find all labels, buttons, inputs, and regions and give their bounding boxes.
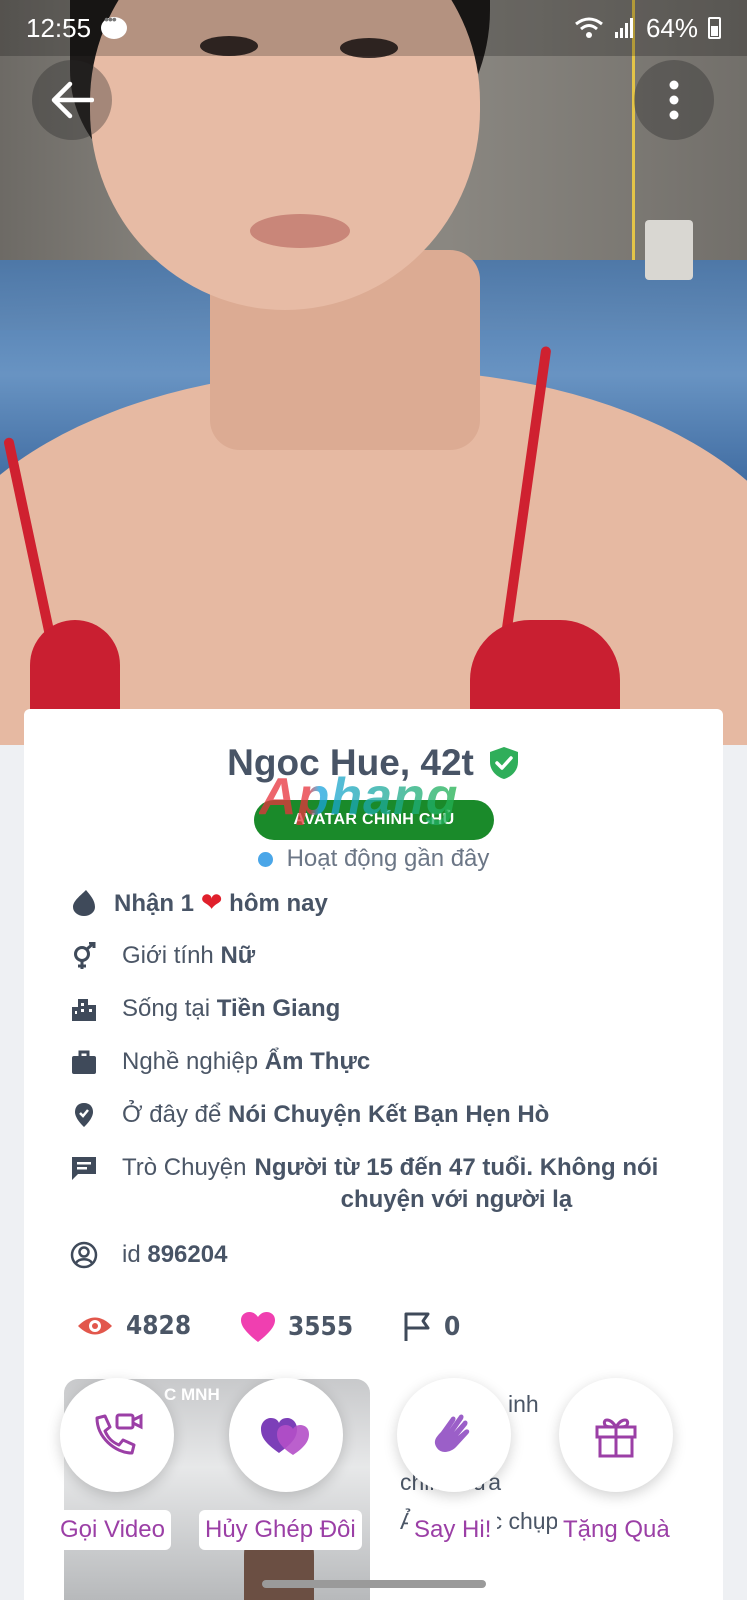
purpose-value: Nói Chuyện Kết Bạn Hẹn Hò: [227, 1101, 550, 1128]
say-hi-label[interactable]: Say Hi!: [408, 1510, 498, 1550]
city-icon: [72, 999, 96, 1021]
location-label: Sống tại: [122, 995, 211, 1022]
back-button[interactable]: [32, 60, 112, 140]
photo-lips: [250, 214, 350, 248]
more-options-button[interactable]: [634, 60, 714, 140]
arrow-left-icon: [51, 81, 94, 119]
battery-icon: [708, 17, 721, 39]
likes-suffix: hôm nay: [229, 890, 328, 917]
likes-received-row: Nhận 1 ❤ hôm nay: [70, 886, 690, 920]
online-dot: [257, 851, 273, 867]
purpose-row: Ở đây để Nói Chuyện Kết Bạn Hẹn Hò: [70, 1099, 690, 1131]
status-bar: 12:55 64%: [0, 0, 747, 56]
chat-value-line1: Người từ 15 đến 47 tuổi. Không nói: [254, 1154, 659, 1181]
id-value: 896204: [147, 1241, 228, 1268]
watermark-logo: Aphang: [259, 768, 459, 826]
chat-value-line2: chuyện với người lạ: [340, 1186, 573, 1213]
id-label: id: [122, 1241, 141, 1268]
status-time: 12:55: [26, 12, 92, 43]
reports-count: 0: [444, 1312, 461, 1342]
flag-icon: [404, 1312, 430, 1341]
user-id-row: id 896204: [70, 1239, 690, 1271]
home-indicator[interactable]: [262, 1580, 486, 1588]
battery-percent: 64%: [645, 12, 698, 43]
drop-icon: [73, 890, 95, 916]
activity-status: Hoạt động gần đây: [24, 845, 723, 873]
message-notification-icon: [101, 11, 128, 39]
account-circle-icon: [70, 1241, 98, 1269]
double-heart-icon: [261, 1418, 309, 1455]
wifi-icon: [575, 17, 603, 38]
briefcase-icon: [72, 1050, 96, 1074]
reports-stat[interactable]: 0: [402, 1311, 460, 1343]
location-row: Sống tại Tiền Giang: [70, 993, 690, 1025]
job-row: Nghề nghiệp Ẩm Thực: [70, 1046, 690, 1078]
unmatch-label[interactable]: Hủy Ghép Đôi: [199, 1510, 362, 1550]
views-count: 4828: [126, 1311, 192, 1341]
hearts-count: 3555: [288, 1312, 354, 1342]
chat-label: Trò Chuyện: [122, 1154, 247, 1181]
video-call-button[interactable]: [60, 1378, 174, 1492]
photo-socket: [645, 220, 693, 280]
activity-label: Hoạt động gần đây: [286, 845, 490, 872]
location-check-icon: [75, 1103, 93, 1127]
signal-icon: [614, 18, 633, 38]
red-heart-icon: ❤: [200, 887, 223, 917]
location-value: Tiền Giang: [216, 995, 341, 1022]
gender-label: Giới tính: [122, 942, 214, 969]
chat-preference-row: Trò Chuyện Người từ 15 đến 47 tuổi. Khôn…: [70, 1152, 690, 1216]
heart-icon: [241, 1312, 275, 1342]
gift-label[interactable]: Tặng Quà: [557, 1510, 676, 1550]
views-stat: 4828: [76, 1311, 191, 1341]
verified-shield-icon: [489, 747, 518, 779]
more-vertical-icon: [669, 80, 679, 120]
video-call-label[interactable]: Gọi Video: [54, 1510, 171, 1550]
unmatch-button[interactable]: [229, 1378, 343, 1492]
gender-row: Giới tính Nữ: [70, 940, 690, 972]
video-call-icon: [95, 1413, 143, 1455]
say-hi-button[interactable]: [397, 1378, 511, 1492]
chat-icon: [72, 1157, 96, 1180]
stats-row: 4828 3555 0: [76, 1311, 676, 1351]
thumbnail-tag: C MNH: [164, 1385, 220, 1404]
job-label: Nghề nghiệp: [122, 1048, 259, 1075]
job-value: Ẩm Thực: [264, 1048, 371, 1075]
gift-icon: [595, 1418, 637, 1458]
likes-prefix: Nhận 1: [114, 890, 195, 917]
gender-icon: [74, 942, 96, 969]
purpose-label: Ở đây để: [122, 1101, 222, 1128]
gender-value: Nữ: [220, 942, 256, 969]
hearts-stat: 3555: [240, 1311, 353, 1343]
eye-icon: [78, 1317, 112, 1335]
waving-hand-icon: [434, 1414, 470, 1452]
gift-button[interactable]: [559, 1378, 673, 1492]
